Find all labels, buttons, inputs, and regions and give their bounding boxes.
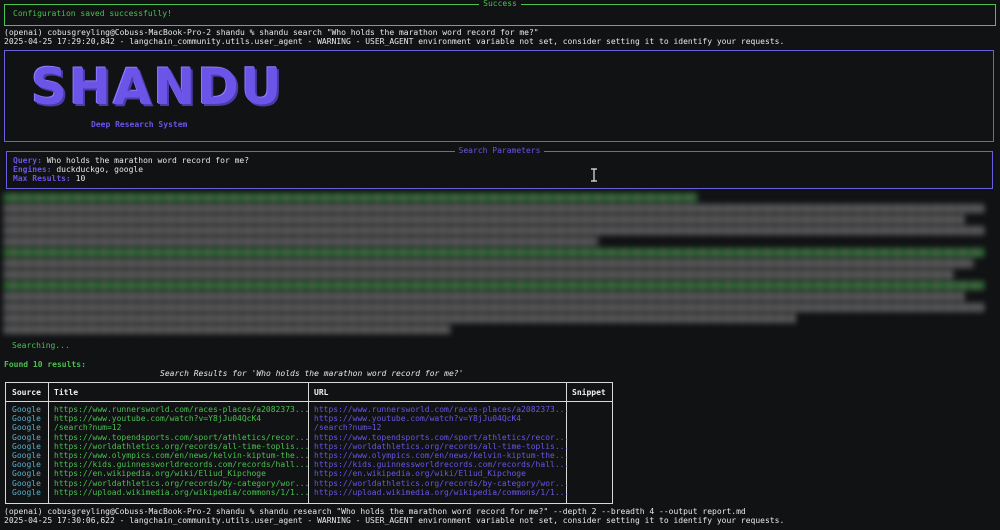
source-cell: Google bbox=[12, 441, 41, 451]
param-engines-value: duckduckgo, google bbox=[56, 165, 144, 174]
param-query-label: Query: bbox=[13, 156, 42, 165]
title-cell: https://www.youtube.com/watch?v=Y8jJu04Q… bbox=[54, 414, 262, 424]
url-cell: https://www.runnersworld.com/races-place… bbox=[314, 405, 570, 414]
results-table: Source Title URL Snippet Google Google G… bbox=[5, 382, 613, 504]
header-snippet: Snippet bbox=[572, 388, 606, 397]
success-message: Configuration saved successfully! bbox=[13, 9, 172, 18]
source-cell: Google bbox=[12, 469, 41, 479]
success-title: Success bbox=[479, 0, 521, 8]
url-cell: https://www.youtube.com/watch?v=Y8jJu04Q… bbox=[314, 414, 522, 424]
title-cell: https://worldathletics.org/records/by-ca… bbox=[54, 478, 310, 488]
url-cell: https://en.wikipedia.org/wiki/Eliud_Kipc… bbox=[314, 469, 526, 479]
results-table-title: Search Results for 'Who holds the marath… bbox=[160, 369, 464, 378]
title-cell: https://www.topendsports.com/sport/athle… bbox=[54, 432, 310, 442]
url-column: https://www.runnersworld.com/races-place… bbox=[314, 405, 569, 497]
title-cell: https://upload.wikimedia.org/wikipedia/c… bbox=[54, 487, 310, 497]
url-cell: /search?num=12 bbox=[314, 423, 382, 433]
param-max-label: Max Results: bbox=[13, 174, 71, 183]
table-header-row bbox=[6, 383, 612, 402]
blurred-log-output bbox=[4, 193, 994, 340]
source-column: Google Google Google Google Google Googl… bbox=[12, 405, 41, 497]
text-cursor-icon bbox=[591, 168, 597, 182]
shandu-logo: SHANDU bbox=[31, 58, 284, 116]
terminal-warning-2: 2025-04-25 17:30:06,622 - langchain_comm… bbox=[4, 516, 785, 525]
source-cell: Google bbox=[12, 423, 41, 433]
url-cell: https://www.olympics.com/en/news/kelvin-… bbox=[314, 450, 570, 460]
source-cell: Google bbox=[12, 432, 41, 442]
terminal-warning-1: 2025-04-25 17:29:20,842 - langchain_comm… bbox=[4, 37, 785, 46]
title-cell: https://www.olympics.com/en/news/kelvin-… bbox=[54, 450, 310, 460]
title-cell: https://en.wikipedia.org/wiki/Eliud_Kipc… bbox=[54, 469, 266, 479]
params-title: Search Parameters bbox=[454, 146, 545, 155]
url-cell: https://www.topendsports.com/sport/athle… bbox=[314, 432, 570, 442]
found-results-count: Found 10 results: bbox=[4, 360, 86, 369]
search-parameters-panel: Search Parameters Query: Who holds the m… bbox=[6, 146, 993, 189]
title-column: https://www.runnersworld.com/races-place… bbox=[54, 405, 309, 497]
param-max-value: 10 bbox=[75, 174, 86, 183]
title-cell: /search?num=12 bbox=[54, 423, 122, 433]
source-cell: Google bbox=[12, 487, 41, 497]
source-cell: Google bbox=[12, 450, 41, 460]
source-cell: Google bbox=[12, 405, 41, 414]
url-cell: https://worldathletics.org/records/by-ca… bbox=[314, 478, 570, 488]
param-engines-label: Engines: bbox=[13, 165, 52, 174]
param-max-row: Max Results: 10 bbox=[13, 174, 85, 184]
source-cell: Google bbox=[12, 478, 41, 488]
title-cell: https://worldathletics.org/records/all-t… bbox=[54, 441, 310, 451]
param-query-value: Who holds the marathon word record for m… bbox=[46, 156, 250, 165]
title-cell: https://kids.guinnessworldrecords.com/re… bbox=[54, 460, 310, 470]
banner-subtitle: Deep Research System bbox=[91, 120, 188, 129]
source-cell: Google bbox=[12, 460, 41, 470]
source-cell: Google bbox=[12, 414, 41, 424]
title-cell: https://www.runnersworld.com/races-place… bbox=[54, 405, 310, 414]
banner-panel: SHANDU Deep Research System bbox=[4, 50, 994, 142]
success-panel: Success Configuration saved successfully… bbox=[4, 0, 996, 26]
url-cell: https://kids.guinnessworldrecords.com/re… bbox=[314, 460, 570, 470]
searching-status: Searching... bbox=[12, 341, 70, 350]
header-title: Title bbox=[54, 388, 79, 397]
url-cell: https://worldathletics.org/records/all-t… bbox=[314, 441, 570, 451]
header-url: URL bbox=[314, 388, 329, 397]
header-source: Source bbox=[12, 388, 41, 397]
url-cell: https://upload.wikimedia.org/wikipedia/c… bbox=[314, 487, 570, 497]
